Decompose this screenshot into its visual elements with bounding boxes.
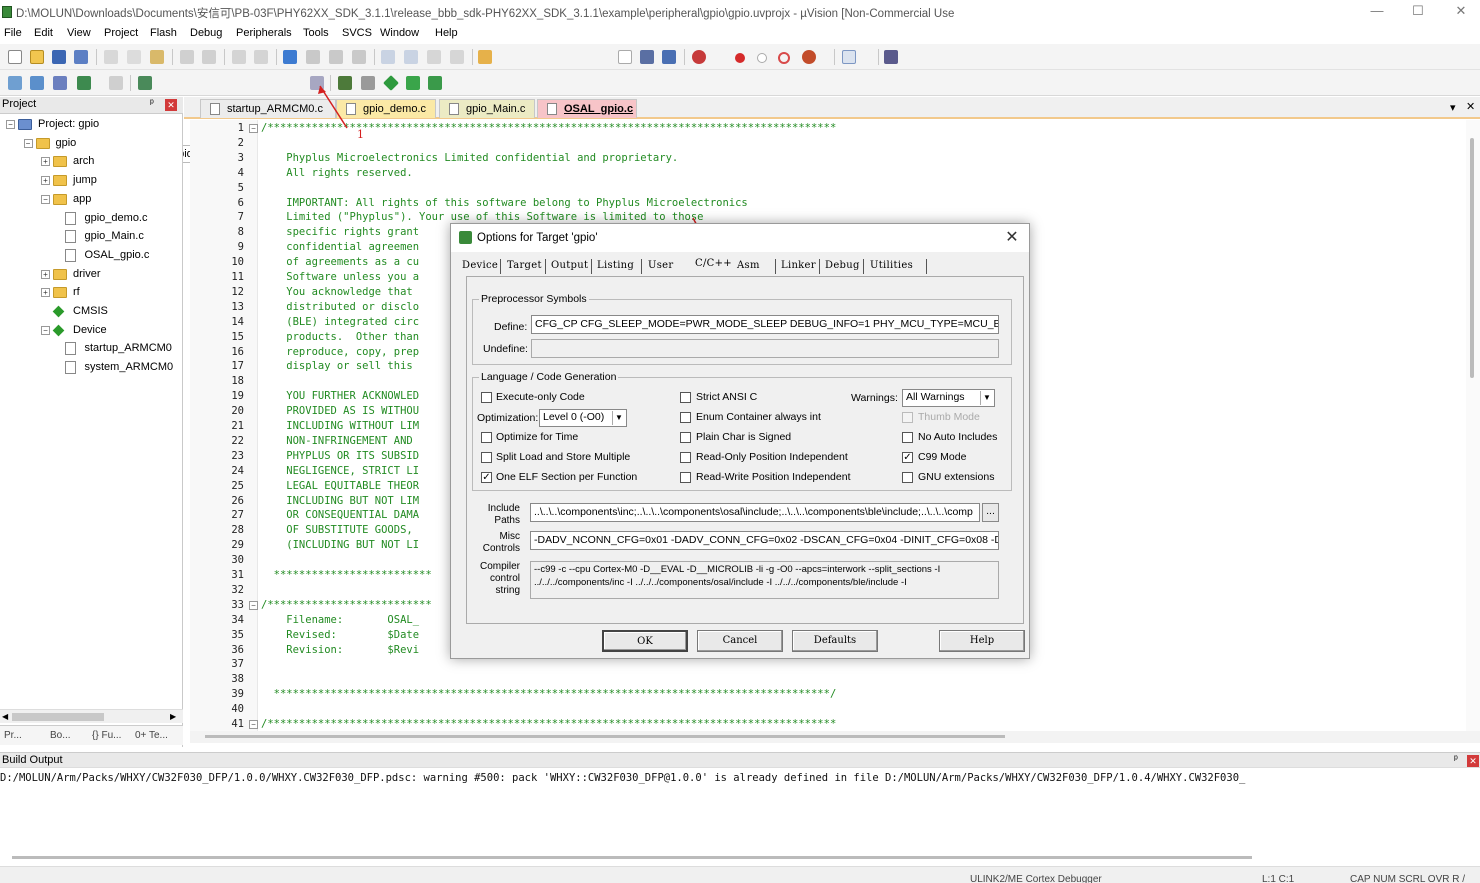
compiler-control-label: Compiler control string [479, 561, 520, 596]
defaults-button[interactable]: Defaults [792, 630, 878, 652]
split-load-label: Split Load and Store Multiple [496, 451, 631, 463]
tab-listing[interactable]: Listing [597, 260, 634, 271]
rw-pi-label: Read-Write Position Independent [696, 471, 851, 483]
options-for-target-dialog: Options for Target 'gpio' ✕ Device Targe… [450, 223, 1030, 659]
optimize-time-label: Optimize for Time [496, 431, 579, 443]
c-cpp-tab-panel: Preprocessor Symbols Define: CFG_CP CFG_… [466, 276, 1024, 624]
chevron-down-icon: ▼ [980, 391, 993, 405]
undefine-input[interactable] [531, 339, 999, 358]
plain-char-label: Plain Char is Signed [696, 431, 792, 443]
define-input[interactable]: CFG_CP CFG_SLEEP_MODE=PWR_MODE_SLEEP DEB… [531, 315, 999, 334]
ok-button[interactable]: OK [602, 630, 688, 652]
thumb-mode-label: Thumb Mode [918, 411, 980, 423]
tab-debug[interactable]: Debug [825, 260, 860, 271]
rw-pi-checkbox[interactable] [680, 472, 691, 483]
cancel-button[interactable]: Cancel [697, 630, 783, 652]
compiler-control-line: ../../../components/inc -I ../../../comp… [534, 577, 907, 588]
undefine-label: Undefine: [483, 343, 528, 355]
help-button[interactable]: Help [939, 630, 1025, 652]
ro-pi-checkbox[interactable] [680, 452, 691, 463]
preprocessor-legend: Preprocessor Symbols [479, 293, 589, 305]
status-debugger: ULINK2/ME Cortex Debugger [970, 874, 1102, 883]
warnings-value: All Warnings [906, 391, 965, 403]
no-auto-includes-checkbox[interactable] [902, 432, 913, 443]
dialog-close-button[interactable]: ✕ [1001, 227, 1023, 247]
execute-only-checkbox[interactable] [481, 392, 492, 403]
dialog-title-bar: Options for Target 'gpio' ✕ [451, 224, 1029, 252]
dialog-tabs: Device Target Output Listing User C/C++ … [459, 256, 1021, 278]
dialog-app-icon [459, 231, 472, 244]
enum-container-checkbox[interactable] [680, 412, 691, 423]
optimization-select[interactable]: Level 0 (-O0) ▼ [539, 409, 627, 427]
dialog-title: Options for Target 'gpio' [477, 232, 598, 244]
annotation-label-1: 1 [357, 128, 364, 141]
strict-ansi-checkbox[interactable] [680, 392, 691, 403]
gnu-extensions-label: GNU extensions [918, 471, 995, 483]
one-elf-checkbox[interactable]: ✓ [481, 472, 492, 483]
execute-only-label: Execute-only Code [496, 391, 585, 403]
misc-controls-label: Misc Controls [482, 531, 520, 554]
one-elf-label: One ELF Section per Function [496, 471, 638, 483]
status-cursor-pos: L:1 C:1 [1262, 874, 1295, 883]
warnings-label: Warnings: [851, 392, 898, 404]
enum-container-label: Enum Container always int [696, 411, 821, 423]
ro-pi-label: Read-Only Position Independent [696, 451, 848, 463]
build-output-header: Build Output ᵖ ✕ [0, 752, 1480, 768]
tab-device[interactable]: Device [462, 260, 498, 271]
language-legend: Language / Code Generation [479, 371, 619, 383]
tab-asm[interactable]: Asm [737, 260, 760, 271]
plain-char-checkbox[interactable] [680, 432, 691, 443]
optimization-value: Level 0 (-O0) [543, 411, 605, 423]
build-output-text[interactable]: D:/MOLUN/Arm/Packs/WHXY/CW32F030_DFP/1.0… [0, 772, 1245, 784]
close-panel-icon[interactable]: ✕ [1467, 755, 1479, 767]
no-auto-includes-label: No Auto Includes [918, 431, 998, 443]
tab-linker[interactable]: Linker [781, 260, 816, 271]
chevron-down-icon: ▼ [612, 411, 625, 425]
define-label: Define: [494, 321, 528, 333]
compiler-control-line: --c99 -c --cpu Cortex-M0 -D__EVAL -D__MI… [534, 564, 941, 575]
build-output-title: Build Output [2, 754, 63, 766]
status-bar: ULINK2/ME Cortex Debugger L:1 C:1 CAP NU… [0, 866, 1480, 883]
thumb-mode-checkbox[interactable] [902, 412, 913, 423]
build-output-hscroll-thumb[interactable] [12, 856, 1252, 859]
compiler-control-string[interactable]: --c99 -c --cpu Cortex-M0 -D__EVAL -D__MI… [530, 561, 999, 599]
tab-utilities[interactable]: Utilities [870, 260, 913, 271]
misc-controls-input[interactable]: -DADV_NCONN_CFG=0x01 -DADV_CONN_CFG=0x02… [530, 531, 999, 550]
tab-target[interactable]: Target [507, 260, 542, 271]
warnings-select[interactable]: All Warnings ▼ [902, 389, 995, 407]
tab-output[interactable]: Output [551, 260, 588, 271]
tab-user[interactable]: User [648, 260, 673, 271]
status-key-states: CAP NUM SCRL OVR R / [1350, 874, 1466, 883]
gnu-extensions-checkbox[interactable] [902, 472, 913, 483]
optimization-label: Optimization: [477, 412, 539, 424]
c99-mode-label: C99 Mode [918, 451, 967, 463]
split-load-checkbox[interactable] [481, 452, 492, 463]
tab-c-cpp[interactable]: C/C++ [691, 258, 736, 269]
strict-ansi-label: Strict ANSI C [696, 391, 758, 403]
optimize-time-checkbox[interactable] [481, 432, 492, 443]
include-paths-input[interactable]: ..\..\..\components\inc;..\..\..\compone… [530, 503, 980, 522]
pin-icon[interactable]: ᵖ [1454, 754, 1458, 765]
c99-mode-checkbox[interactable]: ✓ [902, 452, 913, 463]
include-browse-button[interactable]: ... [982, 503, 999, 522]
include-paths-label: Include Paths [487, 503, 520, 526]
